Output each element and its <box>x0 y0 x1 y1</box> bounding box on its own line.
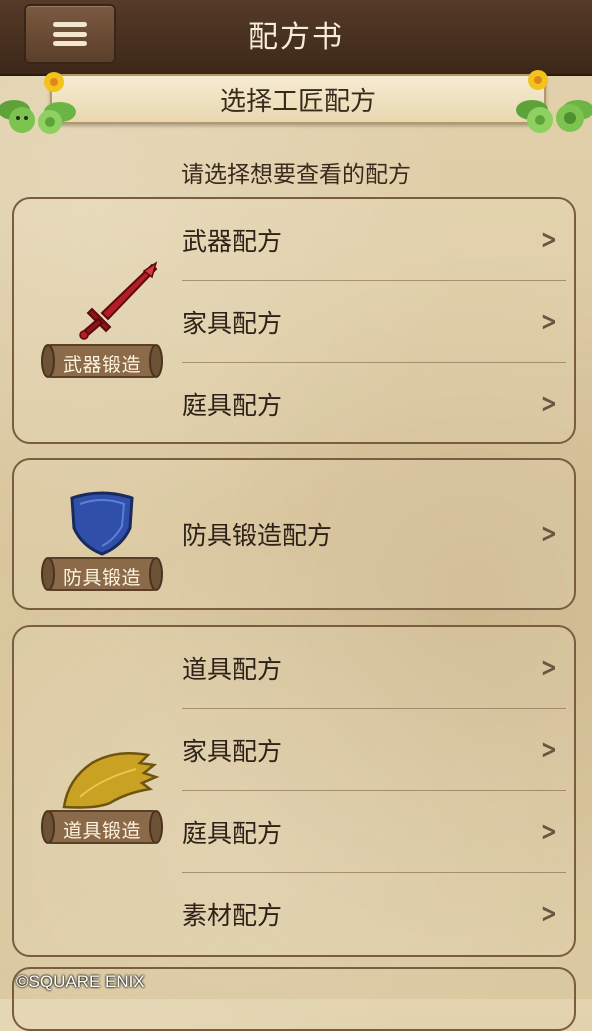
armor-forging-card: 防具锻造配方 > 防具锻造 <box>12 458 576 610</box>
flower-slime-decoration-icon <box>0 72 76 134</box>
chevron-right-icon: > <box>540 899 558 929</box>
chevron-right-icon: > <box>540 817 558 847</box>
copyright-text: ©SQUARE ENIX <box>16 972 145 991</box>
sword-icon <box>79 261 158 340</box>
recipe-row-furniture[interactable]: 家具配方 > <box>182 281 566 363</box>
chevron-right-icon: > <box>540 389 558 419</box>
shield-icon <box>70 491 134 556</box>
recipe-row-materials[interactable]: 素材配方 > <box>182 873 566 955</box>
recipe-row-weapons[interactable]: 武器配方 > <box>182 199 566 281</box>
armor-forging-badge: 防具锻造 <box>40 554 164 594</box>
chevron-right-icon: > <box>540 307 558 337</box>
header-bar: 配方书 <box>0 0 592 76</box>
chevron-right-icon: > <box>540 653 558 683</box>
recipe-row-items[interactable]: 道具配方 > <box>182 627 566 709</box>
chevron-right-icon: > <box>540 519 558 549</box>
instruction-text: 请选择想要查看的配方 <box>181 162 411 188</box>
weapon-forging-card: 武器配方 > 家具配方 > 庭具配方 > 武器锻造 <box>12 197 576 444</box>
section-banner: 选择工匠配方 <box>50 74 546 124</box>
item-forging-badge: 道具锻造 <box>40 807 164 847</box>
recipe-row-garden[interactable]: 庭具配方 > <box>182 791 566 873</box>
item-forging-card: 道具配方 > 家具配方 > 庭具配方 > 素材配方 > 道具锻造 <box>12 625 576 957</box>
wing-icon <box>62 752 160 809</box>
recipe-row-armor[interactable]: 防具锻造配方 > <box>182 493 566 575</box>
weapon-forging-badge: 武器锻造 <box>40 341 164 381</box>
page-title: 配方书 <box>248 20 344 55</box>
recipe-row-garden[interactable]: 庭具配方 > <box>182 363 566 445</box>
chevron-right-icon: > <box>540 225 558 255</box>
banner-title: 选择工匠配方 <box>219 86 376 117</box>
chevron-right-icon: > <box>540 735 558 765</box>
recipe-row-furniture[interactable]: 家具配方 > <box>182 709 566 791</box>
flower-decoration-icon <box>516 70 592 133</box>
